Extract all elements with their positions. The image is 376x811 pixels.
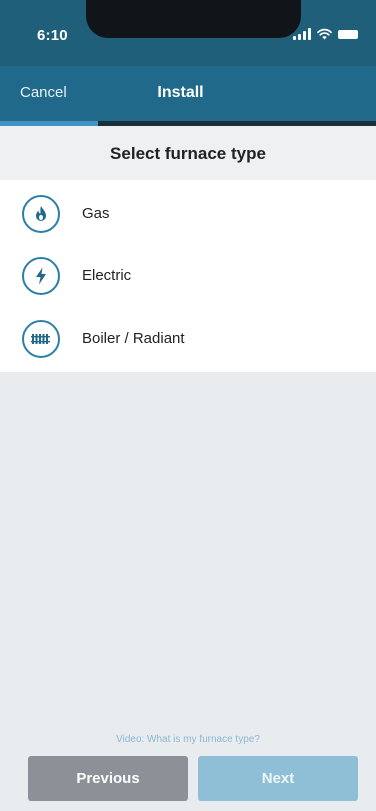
app-header: Cancel Install [0,66,376,121]
wifi-icon [317,28,332,40]
status-time: 6:10 [37,27,68,44]
option-boiler-radiant[interactable]: Boiler / Radiant [0,308,376,370]
furnace-type-list: Gas Electric Boiler / Radiant [0,180,376,372]
section-header: Select furnace type [0,126,376,180]
option-label: Gas [82,205,110,222]
option-gas[interactable]: Gas [0,183,376,245]
cellular-signal-icon [293,28,311,40]
phone-screen: 6:10 Cancel Install Select furnace type [0,0,376,811]
next-button[interactable]: Next [198,756,358,801]
previous-button[interactable]: Previous [28,756,188,801]
battery-icon [338,30,358,39]
flame-icon [22,195,60,233]
status-bar: 6:10 [0,0,376,66]
header-title: Install [157,84,204,101]
status-icons [293,26,358,40]
option-label: Boiler / Radiant [82,330,185,347]
lightning-bolt-icon [22,257,60,295]
radiator-icon [22,320,60,358]
option-electric[interactable]: Electric [0,245,376,307]
video-help-link[interactable]: Video: What is my furnace type? [0,734,376,745]
page-title: Select furnace type [110,144,266,163]
device-notch [86,0,301,38]
option-label: Electric [82,267,132,284]
